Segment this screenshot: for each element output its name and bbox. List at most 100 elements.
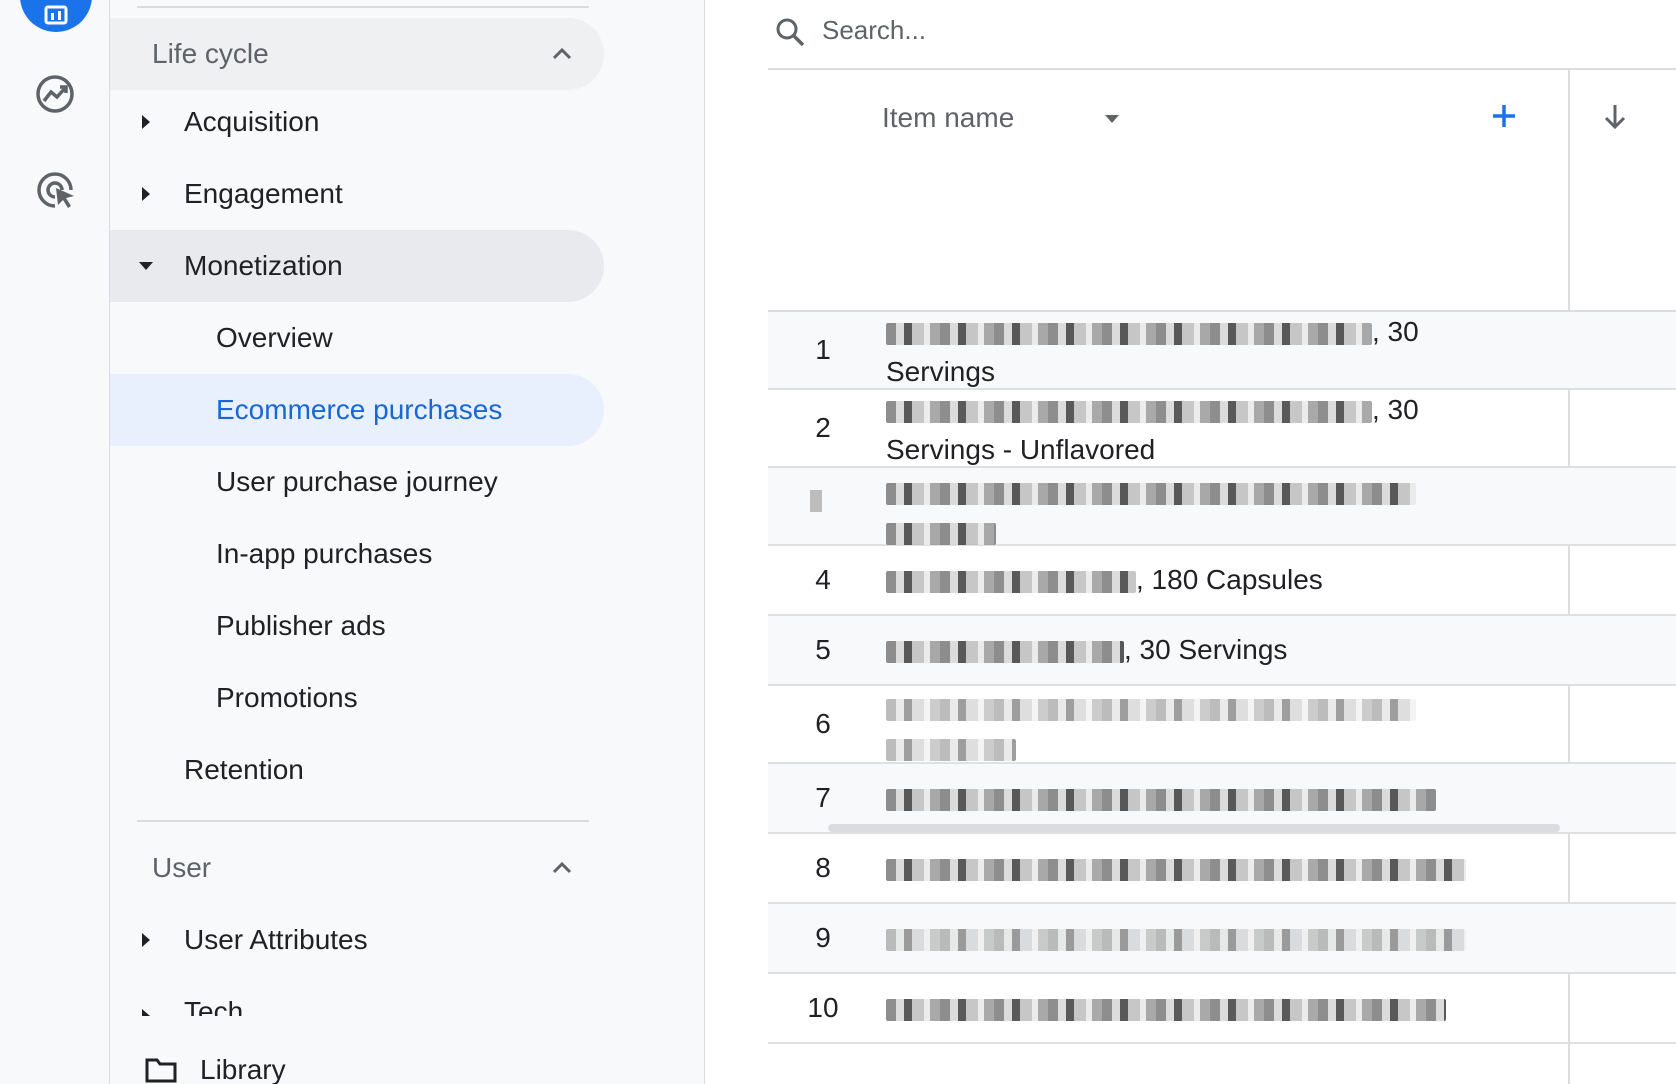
nav-item-label: Publisher ads (216, 610, 386, 641)
table-row[interactable]: 7 (768, 764, 1676, 834)
nav-item-label: User Attributes (184, 924, 368, 955)
nav-item-publisher-ads[interactable]: Publisher ads (110, 590, 604, 662)
redacted-text (886, 698, 1416, 721)
search-input[interactable] (822, 12, 1622, 48)
nav-item-tech[interactable]: Tech (110, 976, 604, 1016)
reports-rail-button[interactable] (20, 0, 92, 32)
redacted-text (886, 928, 1466, 951)
row-number: 8 (815, 852, 831, 883)
nav-item-label: Overview (216, 322, 333, 353)
nav-item-label: Acquisition (184, 106, 320, 137)
nav-item-label: Monetization (184, 250, 343, 281)
row-number: 2 (815, 412, 831, 443)
redacted-text (886, 400, 1372, 423)
nav-item-retention[interactable]: Retention (110, 734, 604, 806)
item-name-line2: Servings - Unflavored (886, 434, 1156, 465)
redacted-text (886, 858, 1466, 881)
redacted-text (886, 738, 1016, 761)
nav-item-in-app-purchases[interactable]: In-app purchases (110, 518, 604, 590)
table-search (768, 0, 1676, 70)
table-row[interactable] (768, 468, 1676, 546)
nav-item-promotions[interactable]: Promotions (110, 662, 604, 734)
row-number: 6 (815, 708, 831, 739)
redacted-text (886, 522, 996, 545)
advertising-rail-button[interactable] (20, 154, 92, 226)
library-link[interactable]: Library (144, 1050, 286, 1084)
item-name-cell (886, 918, 1526, 958)
trending-circle-icon (36, 75, 74, 113)
nav-item-label: Ecommerce purchases (216, 394, 503, 425)
row-number: 7 (815, 782, 831, 813)
redacted-text (886, 998, 1446, 1021)
nav-divider (137, 6, 589, 8)
item-name-column-header[interactable]: Item name (882, 102, 1014, 134)
caret-right-icon (142, 933, 150, 947)
item-name-cell: , 30 Servings (886, 312, 1526, 392)
row-number-redacted (810, 490, 822, 512)
item-name-cell: , 30 Servings - Unflavored (886, 390, 1526, 470)
nav-item-label: In-app purchases (216, 538, 433, 569)
redacted-text (886, 570, 1136, 593)
table-row[interactable]: 10 (768, 974, 1676, 1044)
row-number: 9 (815, 922, 831, 953)
row-number: 1 (815, 334, 831, 365)
caret-right-icon (142, 1009, 150, 1016)
explore-rail-button[interactable] (20, 58, 92, 130)
sort-descending-icon[interactable] (1602, 102, 1628, 132)
nav-item-user-attributes[interactable]: User Attributes (110, 904, 604, 976)
item-name-cell: , 30 Servings (886, 630, 1526, 670)
chevron-up-icon[interactable] (548, 40, 576, 68)
nav-item-monetization[interactable]: Monetization (110, 230, 604, 302)
nav-item-label: Tech (184, 996, 244, 1016)
caret-right-icon (142, 187, 150, 201)
caret-down-icon (139, 262, 153, 270)
item-name-cell: , 180 Capsules (886, 560, 1526, 600)
row-number: 5 (815, 634, 831, 665)
redacted-text (886, 788, 1436, 811)
user-section-title: User (152, 852, 212, 883)
row-number: 10 (807, 992, 839, 1023)
redacted-text (886, 640, 1124, 663)
reports-nav: Life cycle Acquisition Engagement Moneti… (110, 0, 705, 1084)
folder-icon (145, 1058, 177, 1083)
table-row[interactable]: 6 (768, 686, 1676, 764)
item-name-cell (886, 688, 1526, 768)
table-header: Item name 10 (768, 70, 1676, 312)
dropdown-arrow-icon[interactable] (1102, 112, 1122, 126)
nav-item-label: Promotions (216, 682, 358, 713)
item-name-suffix: , 30 (1372, 316, 1419, 347)
nav-item-engagement[interactable]: Engagement (110, 158, 604, 230)
item-name-cell (886, 848, 1526, 888)
nav-item-label: User purchase journey (216, 466, 498, 497)
table-row[interactable]: 5 , 30 Servings (768, 616, 1676, 686)
table-row[interactable]: 2 , 30 Servings - Unflavored (768, 390, 1676, 468)
search-icon (776, 18, 805, 47)
nav-item-acquisition[interactable]: Acquisition (110, 86, 604, 158)
table-row[interactable]: 4 , 180 Capsules (768, 546, 1676, 616)
item-name-line2: Servings (886, 356, 995, 387)
nav-item-label: Engagement (184, 178, 343, 209)
redacted-text (886, 482, 1416, 505)
nav-item-user-purchase-journey[interactable]: User purchase journey (110, 446, 604, 518)
redacted-text (886, 322, 1372, 345)
item-name-cell (886, 472, 1526, 552)
report-content: Item name 10 1 , 30 Servings 2 , 30 Serv… (706, 0, 1676, 1084)
lifecycle-section-header[interactable]: Life cycle (110, 18, 604, 90)
caret-right-icon (142, 115, 150, 129)
nav-divider (137, 820, 589, 822)
add-dimension-icon[interactable] (1488, 100, 1520, 132)
table-row[interactable]: 9 (768, 904, 1676, 974)
item-name-cell (886, 778, 1526, 818)
table-row[interactable]: 1 , 30 Servings (768, 312, 1676, 390)
chevron-up-icon[interactable] (548, 854, 576, 882)
horizontal-scrollbar[interactable] (828, 824, 1560, 832)
nav-item-overview[interactable]: Overview (110, 302, 604, 374)
user-section-header[interactable]: User (110, 832, 604, 904)
table-row[interactable]: 8 (768, 834, 1676, 904)
library-label: Library (200, 1054, 286, 1084)
nav-item-ecommerce-purchases[interactable]: Ecommerce purchases (110, 374, 604, 446)
item-name-suffix: , 180 Capsules (1136, 564, 1323, 595)
item-name-suffix: , 30 Servings (1124, 634, 1288, 665)
lifecycle-section-title: Life cycle (152, 38, 269, 69)
target-cursor-icon (37, 172, 74, 208)
